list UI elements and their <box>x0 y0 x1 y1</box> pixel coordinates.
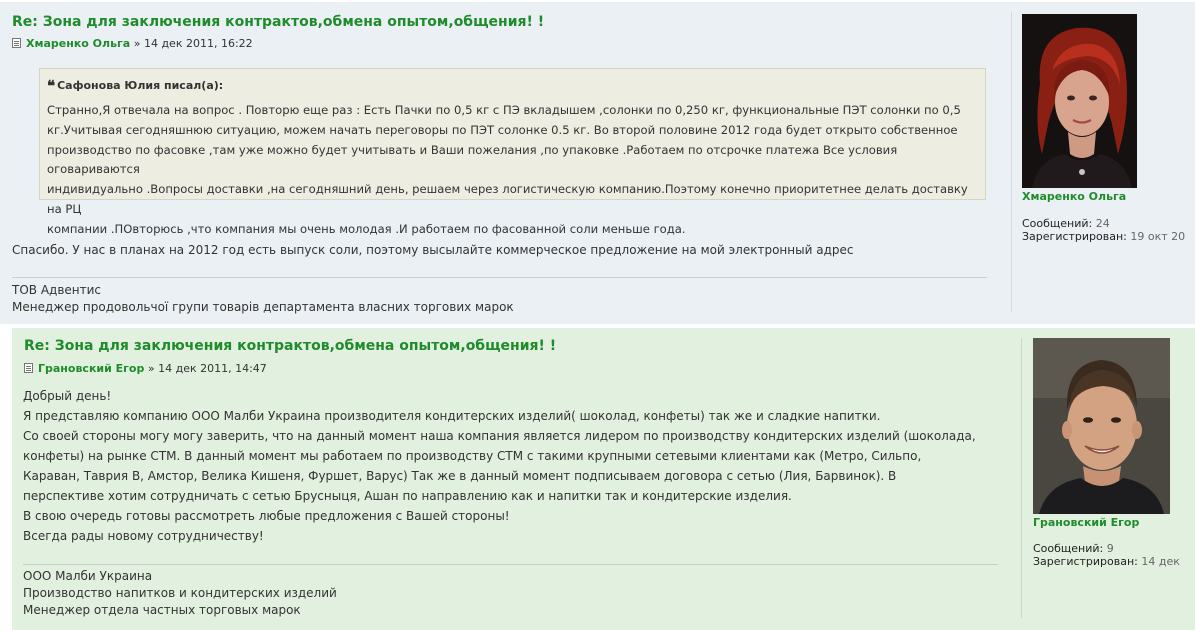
post-body-line: Я представляю компанию ООО Малби Украина… <box>23 409 881 423</box>
post-body: Спасибо. У нас в планах на 2012 год есть… <box>12 240 853 260</box>
profile-divider <box>1011 12 1012 312</box>
date-separator: » <box>133 37 141 50</box>
quote-line: компании .ПОвторюсь ,что компания мы оче… <box>47 221 686 236</box>
profile-registered: Зарегистрирован: 19 окт 20 <box>1022 230 1186 243</box>
post-icon[interactable] <box>24 363 33 373</box>
post-author-link[interactable]: Грановский Егор <box>38 362 144 375</box>
avatar <box>1022 14 1137 188</box>
quote-header: ❝ Сафонова Юлия писал(а): <box>47 77 977 95</box>
avatar-image <box>1022 14 1137 188</box>
signature-line: Менеджер продовольчої групи товарів депа… <box>12 300 514 314</box>
post-body-line: Со своей стороны могу могу заверить, что… <box>23 429 976 443</box>
profile-posts-count: Сообщений: 24 <box>1022 217 1110 230</box>
profile-username-link[interactable]: Хмаренко Ольга <box>1022 190 1126 203</box>
quote-line: производство по фасовке ,там уже можно б… <box>47 142 898 177</box>
post-signature: ТОВ Адвентис Менеджер продовольчої групи… <box>12 282 514 316</box>
quote-text: Странно,Я отвечала на вопрос . Повторю е… <box>47 101 977 240</box>
profile-stats: Сообщений: 9 Зарегистрирован: 14 дек <box>1033 542 1180 568</box>
post-date: 14 дек 2011, 14:47 <box>158 362 267 375</box>
post-icon[interactable] <box>12 38 21 48</box>
profile-divider <box>1021 338 1022 618</box>
post-date: 14 дек 2011, 16:22 <box>143 37 253 50</box>
quote-mark-icon: ❝ <box>47 77 56 95</box>
profile-username-link[interactable]: Грановский Егор <box>1033 516 1139 529</box>
quote-block: ❝ Сафонова Юлия писал(а): Странно,Я отвеч… <box>39 68 986 236</box>
post-meta: Грановский Егор » 14 дек 2011, 14:47 <box>24 362 267 375</box>
signature-line: Менеджер отдела частных торговых марок <box>23 603 301 617</box>
forum-post: Re: Зона для заключения контрактов,обмен… <box>12 328 1195 630</box>
post-author-link[interactable]: Хмаренко Ольга <box>26 37 130 50</box>
post-body-line: Всегда рады новому сотрудничеству! <box>23 529 264 543</box>
post-body-line: конфеты) на рынке СТМ. В данный момент м… <box>23 449 922 463</box>
post-meta: Хмаренко Ольга » 14 дек 2011, 16:22 <box>12 37 253 50</box>
quote-author: Сафонова Юлия писал(а): <box>57 79 224 92</box>
post-body: Добрый день! Я представляю компанию ООО … <box>23 386 1003 546</box>
forum-post: Re: Зона для заключения контрактов,обмен… <box>0 2 1195 324</box>
profile-registered: Зарегистрирован: 14 дек <box>1033 555 1180 568</box>
post-body-line: В свою очередь готовы рассмотреть любые … <box>23 509 510 523</box>
post-signature: ООО Малби Украина Производство напитков … <box>23 568 337 619</box>
post-body-line: Караван, Таврия В, Амстор, Велика Кишеня… <box>23 469 897 483</box>
quote-line: кг.Учитывая сегодняшнюю ситуацию, можем … <box>47 122 958 137</box>
avatar <box>1033 338 1170 514</box>
profile-posts-count: Сообщений: 9 <box>1033 542 1114 555</box>
post-title-link[interactable]: Re: Зона для заключения контрактов,обмен… <box>24 338 556 354</box>
post-body-line: Спасибо. У нас в планах на 2012 год есть… <box>12 243 854 257</box>
post-body-line: Добрый день! <box>23 389 112 403</box>
signature-line: ТОВ Адвентис <box>12 283 102 297</box>
quote-line: Странно,Я отвечала на вопрос . Повторю е… <box>47 103 961 117</box>
profile-stats: Сообщений: 24 Зарегистрирован: 19 окт 20 <box>1022 217 1185 243</box>
avatar-image <box>1033 338 1170 514</box>
quote-line: индивидуально .Вопросы доставки ,на сего… <box>47 182 968 216</box>
signature-divider <box>23 564 998 565</box>
signature-line: ООО Малби Украина <box>23 569 153 583</box>
signature-divider <box>12 277 987 278</box>
date-separator: » <box>147 362 155 375</box>
post-body-line: перспективе хотим сотрудничать с сетью Б… <box>23 489 792 503</box>
post-title-link[interactable]: Re: Зона для заключения контрактов,обмен… <box>12 14 544 30</box>
signature-line: Производство напитков и кондитерских изд… <box>23 586 337 600</box>
